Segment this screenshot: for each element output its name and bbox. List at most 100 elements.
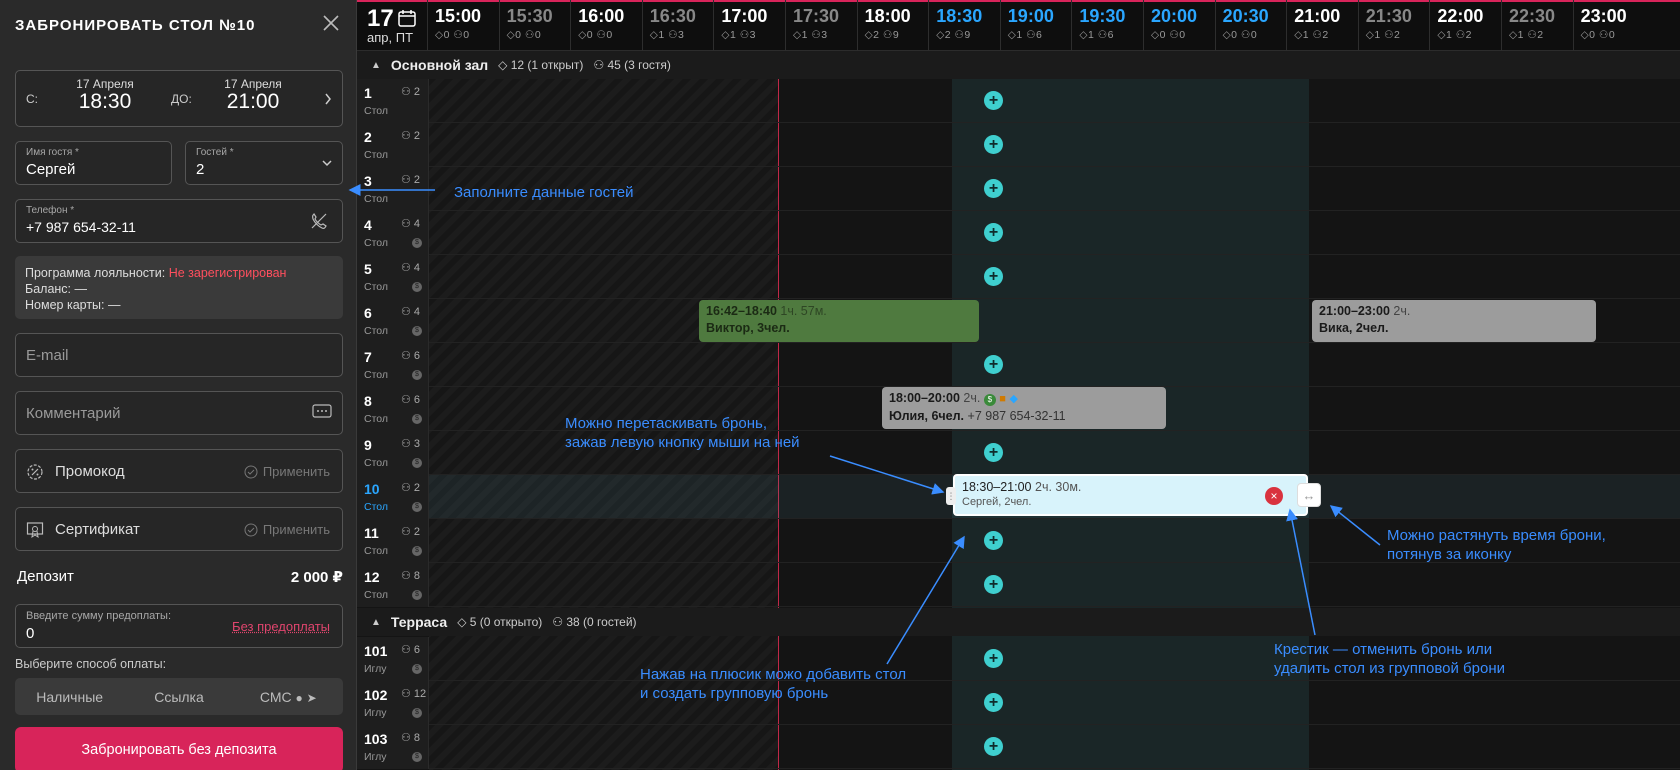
table-row-header[interactable]: 8 Стол ⚇ 6 $ [357,387,429,431]
time-column[interactable]: 21:00 ◇1 ⚇2 [1286,0,1357,51]
guest-name-label: Имя гостя * [26,147,79,158]
time-column[interactable]: 23:00 ◇0 ⚇0 [1572,0,1644,51]
phone-off-icon[interactable] [310,212,328,230]
table-row-header[interactable]: 101 Иглу ⚇ 6 $ [357,637,429,681]
add-table-icon[interactable]: + [984,91,1003,110]
time-counts: ◇1 ⚇2 [1365,29,1401,41]
booking-viktor[interactable]: 16:42–18:40 1ч. 57м. Виктор, 3чел. [699,300,979,342]
add-table-icon[interactable]: + [984,223,1003,242]
pay-method-link[interactable]: Ссылка [124,689,233,705]
table-row-header[interactable]: 102 Иглу ⚇ 12 $ [357,681,429,725]
add-table-icon[interactable]: + [984,693,1003,712]
time-column[interactable]: 15:00 ◇0 ⚇0 [427,0,498,51]
pay-method-cash[interactable]: Наличные [15,689,124,705]
person-icon: ⚇ [401,174,414,186]
no-prepay-link[interactable]: Без предоплаты [232,619,330,634]
email-field[interactable]: E-mail [15,333,343,377]
section-name: Основной зал [390,57,489,73]
table-row-header[interactable]: 1 Стол ⚇ 2 [357,79,429,123]
deposit-icon: $ [412,238,422,248]
section-main-hall[interactable]: ▲ Основной зал ◇ 12 (1 открыт) ⚇ 45 (3 г… [357,51,1680,79]
section-guests: ⚇ 45 (3 гостя) [593,58,671,72]
booking-time: 18:30–21:00 [962,480,1032,494]
comment-field[interactable]: Комментарий [15,391,343,435]
time-column[interactable]: 16:30 ◇1 ⚇3 [641,0,713,51]
prepay-field[interactable]: Введите сумму предоплаты: 0 Без предопла… [15,604,343,648]
add-table-icon[interactable]: + [984,531,1003,550]
collapse-icon[interactable]: ▲ [371,617,381,628]
drag-handle-icon[interactable]: ⋮ [946,487,956,505]
time-counts: ◇0 ⚇0 [1222,29,1258,41]
add-table-icon[interactable]: + [984,575,1003,594]
time-column[interactable]: 18:30 ◇2 ⚇9 [928,0,999,51]
table-row-header[interactable]: 12 Стол ⚇ 8 $ [357,563,429,607]
time-label: 23:00 [1580,6,1627,26]
time-column[interactable]: 19:00 ◇1 ⚇6 [999,0,1071,51]
promo-field[interactable]: Промокод Применить [15,449,343,493]
time-column[interactable]: 17:00 ◇1 ⚇3 [713,0,784,51]
table-row-header[interactable]: 6 Стол ⚇ 4 $ [357,299,429,343]
table-type: Стол [364,281,389,293]
time-column[interactable]: 19:30 ◇1 ⚇6 [1071,0,1142,51]
table-type: Стол [364,105,389,117]
table-number: 7 [364,349,372,365]
add-table-icon[interactable]: + [984,135,1003,154]
booking-vika[interactable]: 21:00–23:00 2ч. Вика, 2чел. [1312,300,1596,342]
certificate-field[interactable]: Сертификат Применить [15,507,343,551]
phone-field[interactable]: Телефон * +7 987 654-32-11 [15,199,343,243]
collapse-icon[interactable]: ▲ [371,60,381,71]
guest-name-field[interactable]: Имя гостя * Сергей [15,141,172,185]
time-column[interactable]: 20:30 ◇0 ⚇0 [1214,0,1286,51]
table-row-header[interactable]: 11 Стол ⚇ 2 $ [357,519,429,563]
resize-handle-icon[interactable]: ↔ [1297,483,1321,507]
booking-yulia[interactable]: 18:00–20:00 2ч. $ ■ ◆ Юлия, 6чел. +7 987… [882,387,1166,429]
add-table-icon[interactable]: + [984,443,1003,462]
section-terrace[interactable]: ▲ Терраса ◇ 5 (0 открыто) ⚇ 38 (0 гостей… [357,608,1680,636]
time-counts: ◇0 ⚇0 [435,29,470,41]
capacity-value: 2 [413,482,421,494]
certificate-apply-label: Применить [262,522,330,537]
table-row-header[interactable]: 5 Стол ⚇ 4 $ [357,255,429,299]
table-row-header[interactable]: 103 Иглу ⚇ 8 $ [357,725,429,769]
table-row-header[interactable]: 10 Стол ⚇ 2 $ [357,475,429,519]
table-row-header[interactable]: 3 Стол ⚇ 2 [357,167,429,211]
table-type: Стол [364,193,389,205]
table-row-header[interactable]: 7 Стол ⚇ 6 $ [357,343,429,387]
date-range-picker[interactable]: С: 17 Апреля 18:30 ДО: 17 Апреля 21:00 [15,70,343,127]
add-table-icon[interactable]: + [984,179,1003,198]
timeline-area: 17 апр, ПТ 15:00 ◇0 ⚇0 15:30 ◇0 ⚇0 16:00 ◇0 ⚇… [357,0,1680,770]
time-column[interactable]: 16:00 ◇0 ⚇0 [570,0,641,51]
table-row-header[interactable]: 9 Стол ⚇ 3 $ [357,431,429,475]
cancel-booking-icon[interactable]: × [1265,487,1283,505]
time-column[interactable]: 15:30 ◇0 ⚇0 [498,0,570,51]
person-icon: ⚇ [401,130,414,142]
table-row-header[interactable]: 4 Стол ⚇ 4 $ [357,211,429,255]
add-table-icon[interactable]: + [984,267,1003,286]
time-label: 16:00 [578,6,625,26]
date-selector[interactable]: 17 апр, ПТ [357,0,427,51]
booking-sergey[interactable]: 18:30–21:00 2ч. 30м. Сергей, 2чел. ⋮ × ↔ [946,474,1321,516]
pay-method-sms[interactable]: СМС ● ➤ [234,689,343,705]
day-number: 17 [367,5,394,32]
time-column[interactable]: 20:00 ◇0 ⚇0 [1143,0,1214,51]
time-column[interactable]: 18:00 ◇2 ⚇9 [856,0,928,51]
table-number: 9 [364,437,372,453]
promo-apply-button[interactable]: Применить [244,464,330,479]
add-table-icon[interactable]: + [984,737,1003,756]
guests-select[interactable]: Гостей * 2 [185,141,343,185]
table-capacity: ⚇ 4 [401,305,420,318]
time-column[interactable]: 21:30 ◇1 ⚇2 [1357,0,1429,51]
time-label: 15:00 [435,6,482,26]
table-row-header[interactable]: 2 Стол ⚇ 2 [357,123,429,167]
submit-button[interactable]: Забронировать без депозита [15,727,343,770]
table-type: Стол [364,413,389,425]
time-column[interactable]: 22:30 ◇1 ⚇2 [1501,0,1572,51]
table-capacity: ⚇ 2 [401,481,420,494]
add-table-icon[interactable]: + [984,649,1003,668]
close-icon[interactable] [321,13,341,33]
time-column[interactable]: 22:00 ◇1 ⚇2 [1429,0,1500,51]
add-table-icon[interactable]: + [984,355,1003,374]
time-counts: ◇1 ⚇3 [721,29,756,41]
certificate-apply-button[interactable]: Применить [244,522,330,537]
time-column[interactable]: 17:30 ◇1 ⚇3 [785,0,856,51]
